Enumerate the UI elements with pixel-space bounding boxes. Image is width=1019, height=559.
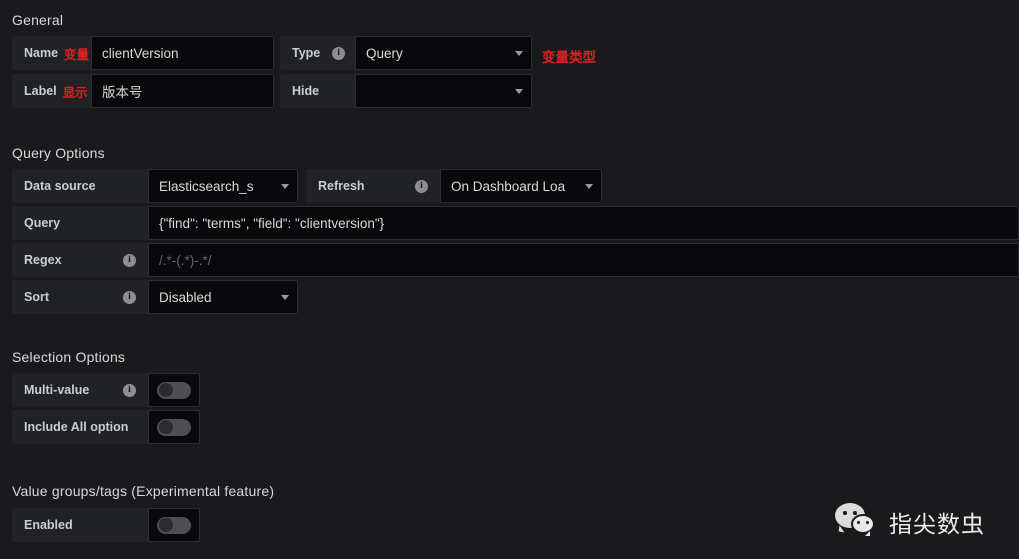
- refresh-label-cell: Refresh i: [306, 169, 440, 203]
- name-label-cell: Name 变量: [12, 36, 91, 70]
- query-label: Query: [24, 216, 61, 230]
- enabled-label-cell: Enabled: [12, 508, 148, 542]
- variable-type-select[interactable]: Query: [355, 36, 532, 70]
- field-row-sort: Sort i Disabled: [12, 280, 298, 314]
- include-all-label-cell: Include All option: [12, 410, 148, 444]
- chevron-down-icon: [515, 50, 523, 56]
- field-row-query: Query {"find": "terms", "field": "client…: [12, 206, 1019, 240]
- sort-label: Sort: [24, 290, 49, 304]
- info-icon[interactable]: i: [332, 46, 346, 60]
- field-row-include-all: Include All option: [12, 410, 200, 444]
- section-title-value-groups: Value groups/tags (Experimental feature): [12, 483, 275, 499]
- enabled-toggle-cell[interactable]: [148, 508, 200, 542]
- field-row-type: Type i Query: [280, 36, 532, 70]
- field-row-data-source: Data source Elasticsearch_s: [12, 169, 298, 203]
- label-annotation: 显示: [62, 85, 88, 100]
- section-title-general: General: [12, 12, 64, 28]
- wechat-icon: [835, 503, 879, 541]
- info-icon[interactable]: i: [415, 179, 428, 193]
- include-all-toggle[interactable]: [157, 418, 191, 436]
- info-icon[interactable]: i: [123, 290, 136, 304]
- type-label: Type: [292, 46, 321, 60]
- include-all-label: Include All option: [24, 420, 129, 434]
- label-label: Label: [24, 84, 57, 98]
- field-row-name: Name 变量 clientVersion: [12, 36, 274, 70]
- sort-select[interactable]: Disabled: [148, 280, 298, 314]
- include-all-toggle-cell[interactable]: [148, 410, 200, 444]
- multi-value-toggle[interactable]: [157, 381, 191, 399]
- enabled-toggle[interactable]: [157, 516, 191, 534]
- variable-settings-page: General Name 变量 clientVersion Label 显示 版…: [0, 0, 1019, 559]
- field-row-refresh: Refresh i On Dashboard Loa: [306, 169, 602, 203]
- enabled-label: Enabled: [24, 518, 73, 532]
- name-label: Name: [24, 46, 59, 60]
- multi-value-label: Multi-value: [24, 383, 90, 397]
- sort-value: Disabled: [159, 289, 212, 305]
- refresh-label: Refresh: [318, 179, 365, 193]
- data-source-label-cell: Data source: [12, 169, 148, 203]
- regex-label-cell: Regex i: [12, 243, 148, 277]
- multi-value-toggle-cell[interactable]: [148, 373, 200, 407]
- field-row-regex: Regex i /.*-(.*)-.*/: [12, 243, 1019, 277]
- hide-select[interactable]: [355, 74, 532, 108]
- chevron-down-icon: [281, 294, 289, 300]
- watermark-text: 指尖数虫: [889, 511, 985, 537]
- field-row-enabled: Enabled: [12, 508, 200, 542]
- field-row-label: Label 显示 版本号: [12, 74, 274, 108]
- name-annotation: 变量: [64, 47, 90, 62]
- field-row-multi-value: Multi-value i: [12, 373, 200, 407]
- watermark: 指尖数虫: [835, 503, 985, 541]
- sort-label-cell: Sort i: [12, 280, 148, 314]
- variable-label-input[interactable]: 版本号: [91, 74, 274, 108]
- section-title-query-options: Query Options: [12, 145, 105, 161]
- hide-label: Hide: [292, 84, 320, 98]
- query-input[interactable]: {"find": "terms", "field": "clientversio…: [148, 206, 1019, 240]
- chevron-down-icon: [281, 183, 289, 189]
- data-source-label: Data source: [24, 179, 96, 193]
- data-source-select[interactable]: Elasticsearch_s: [148, 169, 298, 203]
- section-title-selection-options: Selection Options: [12, 349, 126, 365]
- query-label-cell: Query: [12, 206, 148, 240]
- variable-name-input[interactable]: clientVersion: [91, 36, 274, 70]
- regex-label: Regex: [24, 253, 62, 267]
- type-label-cell: Type i: [280, 36, 355, 70]
- hide-label-cell: Hide: [280, 74, 355, 108]
- info-icon[interactable]: i: [123, 253, 136, 267]
- refresh-value: On Dashboard Loa: [451, 178, 566, 194]
- refresh-select[interactable]: On Dashboard Loa: [440, 169, 602, 203]
- chevron-down-icon: [585, 183, 593, 189]
- field-row-hide: Hide: [280, 74, 532, 108]
- info-icon[interactable]: i: [123, 383, 136, 397]
- type-annotation: 变量类型: [542, 50, 596, 65]
- regex-input[interactable]: /.*-(.*)-.*/: [148, 243, 1019, 277]
- data-source-value: Elasticsearch_s: [159, 178, 254, 194]
- label-label-cell: Label 显示: [12, 74, 91, 108]
- chevron-down-icon: [515, 88, 523, 94]
- multi-value-label-cell: Multi-value i: [12, 373, 148, 407]
- variable-type-value: Query: [366, 45, 403, 61]
